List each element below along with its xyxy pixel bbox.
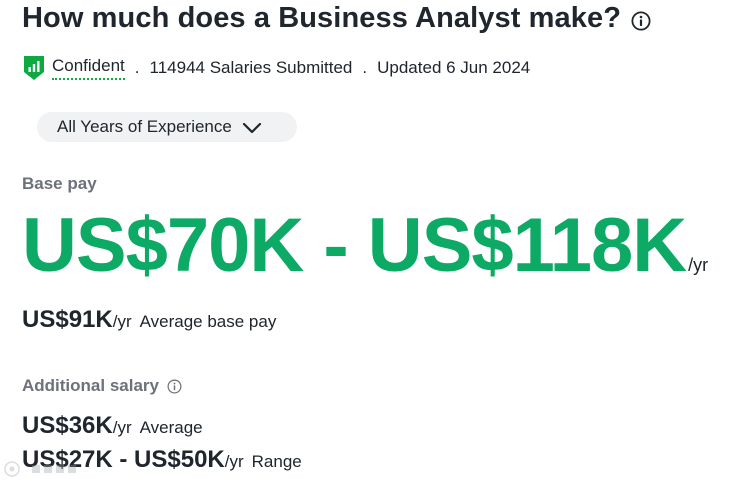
additional-salary-average: US$36K /yr Average (22, 412, 203, 440)
additional-range-label: Range (251, 452, 302, 471)
average-base-pay: US$91K /yr Average base pay (22, 306, 276, 334)
experience-dropdown[interactable]: All Years of Experience (37, 112, 297, 142)
additional-salary-header: Additional salary (22, 376, 182, 396)
salaries-submitted: 114944 Salaries Submitted (149, 58, 353, 77)
additional-average-label: Average (139, 418, 203, 437)
additional-salary-range: US$27K - US$50K /yr Range (22, 446, 302, 474)
meta-separator: . (362, 58, 368, 77)
shield-bars-icon (22, 54, 46, 82)
base-pay-range-unit: /yr (688, 255, 709, 275)
average-base-pay-label: Average base pay (139, 312, 277, 331)
additional-average-value: US$36K (22, 412, 113, 439)
additional-range-unit: /yr (224, 452, 244, 471)
chevron-down-icon (242, 120, 262, 134)
additional-range-value: US$27K - US$50K (22, 446, 225, 473)
additional-salary-label: Additional salary (22, 376, 159, 395)
page-title: How much does a Business Analyst make? (22, 2, 622, 34)
info-icon[interactable] (167, 379, 182, 394)
info-icon[interactable] (631, 10, 651, 31)
additional-average-unit: /yr (112, 418, 132, 437)
confidence-label[interactable]: Confident (52, 56, 125, 80)
base-pay-label: Base pay (22, 174, 97, 193)
average-base-pay-unit: /yr (112, 312, 132, 331)
average-base-pay-value: US$91K (22, 306, 113, 333)
experience-dropdown-label: All Years of Experience (57, 117, 232, 136)
base-pay-range: US$70K - US$118K /yr (22, 200, 708, 291)
page-header: How much does a Business Analyst make? (22, 2, 651, 35)
base-pay-range-value: US$70K - US$118K (22, 203, 687, 288)
meta-separator: . (134, 58, 140, 77)
updated-date: Updated 6 Jun 2024 (377, 58, 531, 77)
salary-meta: Confident . 114944 Salaries Submitted . … (22, 54, 530, 82)
